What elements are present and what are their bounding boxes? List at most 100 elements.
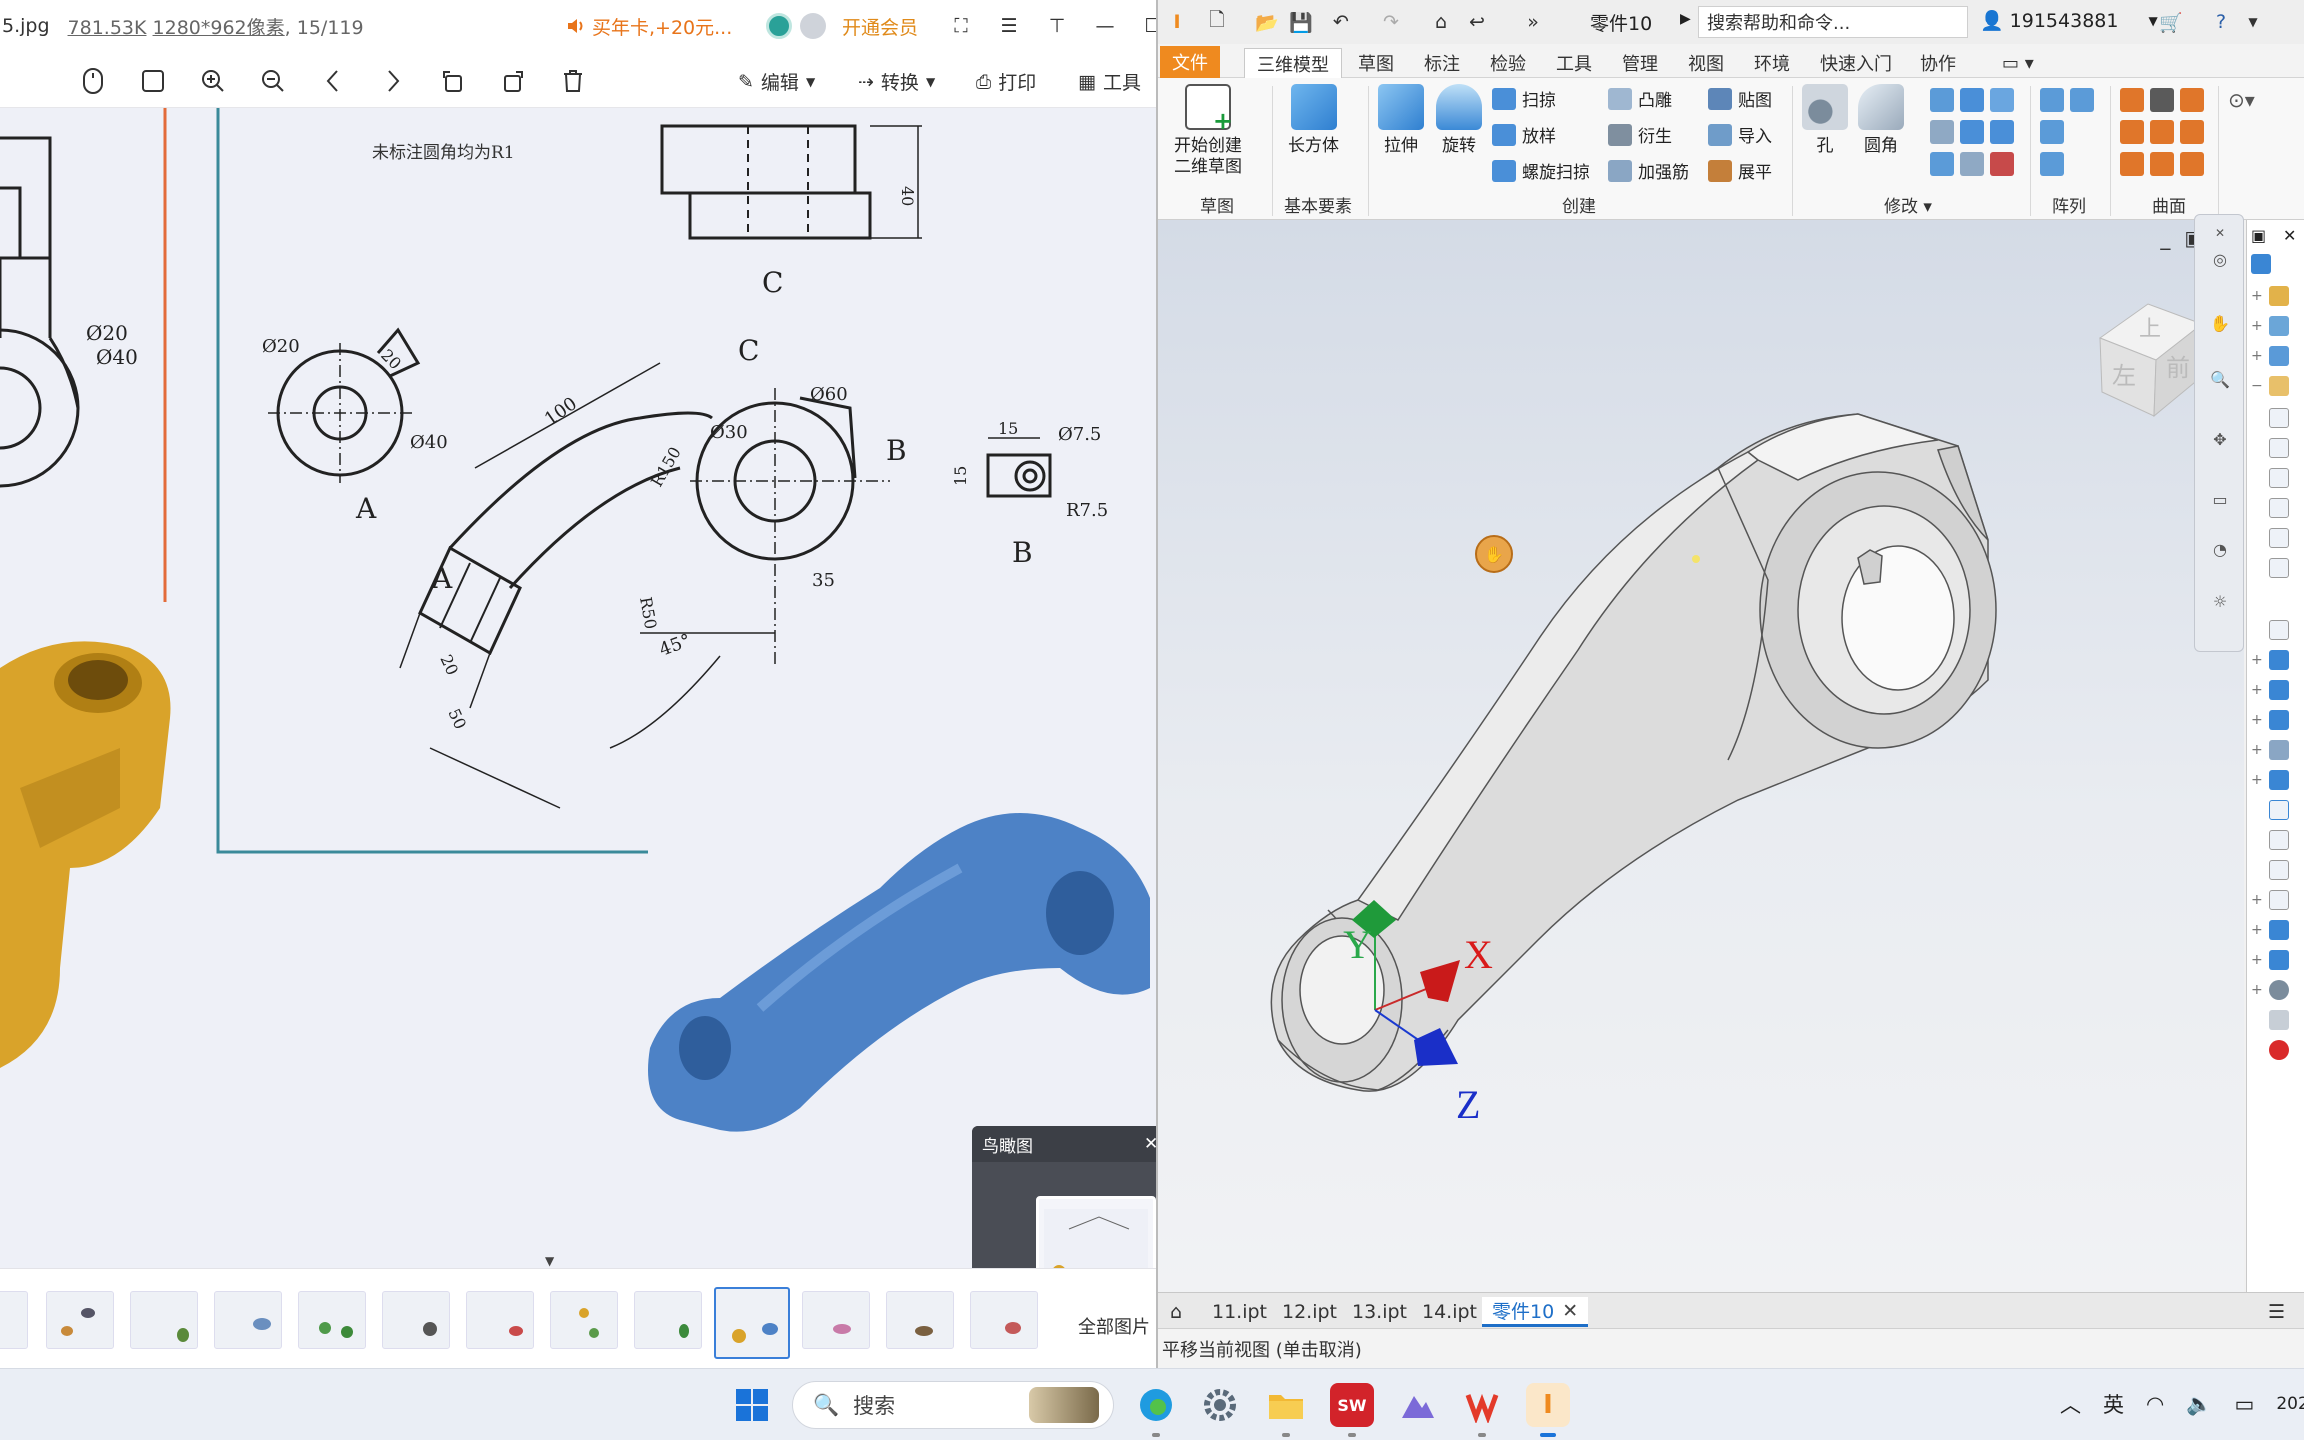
taskbar-search-input[interactable]: 🔍 搜索 [792, 1381, 1114, 1429]
rib-button[interactable]: 加强筋 [1608, 158, 1689, 183]
light-icon[interactable]: ☼ [2206, 587, 2234, 615]
maximize-icon[interactable]: ☐ [1140, 13, 1156, 39]
look-at-icon[interactable]: ▭ [2206, 485, 2234, 513]
sweep-button[interactable]: 扫掠 [1492, 86, 1556, 111]
browser-item[interactable] [2251, 1010, 2289, 1030]
thumbnail[interactable] [634, 1291, 702, 1349]
cart-icon[interactable]: 🛒 [2158, 9, 2184, 35]
box-button[interactable]: 长方体 [1288, 84, 1339, 157]
browser-item[interactable] [2251, 408, 2289, 428]
browser-item[interactable] [2251, 620, 2289, 640]
collapse-arrow-icon[interactable]: ▼ [545, 1254, 554, 1268]
extrude-button[interactable]: 拉伸 [1378, 84, 1424, 157]
tab-3d-model[interactable]: 三维模型 [1244, 48, 1342, 79]
rectangular-pattern-icon[interactable] [2040, 88, 2064, 112]
clock[interactable]: 202 [2276, 1394, 2304, 1414]
more-icon[interactable]: » [1520, 9, 1546, 35]
thumbnail[interactable] [466, 1291, 534, 1349]
doc-tab[interactable]: 13.ipt [1342, 1297, 1417, 1327]
chevron-down-icon[interactable]: ▼ [2240, 9, 2266, 35]
user-account[interactable]: 👤 191543881 ▼ [1980, 9, 2158, 33]
tabs-menu-icon[interactable]: ☰ [2258, 1297, 2295, 1327]
new-file-icon[interactable]: 🗋 [1204, 9, 1230, 35]
fit-window-icon[interactable] [138, 66, 168, 96]
thumbnail[interactable] [886, 1291, 954, 1349]
promo-link[interactable]: 买年卡,+20元... [566, 13, 732, 40]
zoom-out-icon[interactable] [258, 66, 288, 96]
browser-item[interactable] [2251, 438, 2289, 458]
stitch-icon[interactable] [2180, 88, 2204, 112]
tab-view[interactable]: 视图 [1676, 48, 1736, 78]
tab-annotate[interactable]: 标注 [1412, 48, 1472, 78]
tab-file[interactable]: 文件 [1160, 46, 1220, 78]
start-sketch-button[interactable]: + 开始创建 二维草图 [1174, 84, 1242, 178]
return-icon[interactable]: ↩ [1464, 9, 1490, 35]
browser-item[interactable]: + [2251, 680, 2289, 700]
patch-icon[interactable] [2150, 88, 2174, 112]
thumbnail[interactable] [550, 1291, 618, 1349]
home-icon[interactable]: ⌂ [1428, 9, 1454, 35]
menu-icon[interactable]: ☰ [996, 13, 1022, 39]
thicken-icon[interactable] [1930, 152, 1954, 176]
image-canvas[interactable]: 未标注圆角均为R1 40 C Ø20 20 Ø40 A Ø20 Ø40 100 … [0, 108, 1156, 1346]
thumbnail[interactable] [214, 1291, 282, 1349]
browser-item[interactable] [2251, 468, 2289, 488]
zoom-icon[interactable]: 🔍 [2206, 365, 2234, 393]
app-mountain-icon[interactable] [1396, 1383, 1440, 1427]
delete-icon[interactable] [558, 66, 588, 96]
steering-wheel-icon[interactable]: ◎ [2206, 245, 2234, 273]
pan-icon[interactable]: ✋ [2206, 309, 2234, 337]
browser-item[interactable]: + [2251, 890, 2289, 910]
browser-item[interactable] [2251, 830, 2289, 850]
fillet-button[interactable]: 圆角 [1858, 84, 1904, 157]
rotate-left-icon[interactable] [438, 66, 468, 96]
doc-tab[interactable]: 14.ipt [1412, 1297, 1487, 1327]
rotate-right-icon[interactable] [498, 66, 528, 96]
browser-pin-icon[interactable]: ▣ [2251, 226, 2266, 245]
next-icon[interactable] [378, 66, 408, 96]
browser-item[interactable]: + [2251, 286, 2289, 306]
browser-item[interactable]: + [2251, 950, 2289, 970]
minimize-icon[interactable]: — [1092, 13, 1118, 39]
circular-pattern-icon[interactable] [2040, 120, 2064, 144]
edit-button[interactable]: ✎ 编辑 ▼ [738, 68, 815, 95]
surface-icon[interactable] [2120, 88, 2144, 112]
tab-environment[interactable]: 环境 [1742, 48, 1802, 78]
thumbnail[interactable] [46, 1291, 114, 1349]
chamfer-icon[interactable] [1930, 88, 1954, 112]
browser-item[interactable] [2251, 558, 2289, 578]
browser-item[interactable] [2251, 860, 2289, 880]
tab-tools[interactable]: 工具 [1544, 48, 1604, 78]
browser-item[interactable]: − [2251, 376, 2289, 396]
delete-face-icon[interactable] [1960, 152, 1984, 176]
fit-mesh-icon[interactable] [2180, 152, 2204, 176]
sculpt-icon[interactable] [2120, 120, 2144, 144]
thumbnail[interactable] [298, 1291, 366, 1349]
loft-button[interactable]: 放样 [1492, 122, 1556, 147]
browser-root[interactable] [2251, 254, 2271, 274]
orbit-icon[interactable]: ✥ [2206, 425, 2234, 453]
file-size[interactable]: 781.53K [68, 17, 147, 39]
draft-icon[interactable] [1990, 88, 2014, 112]
view-icon[interactable]: ◔ [2206, 535, 2234, 563]
tab-manage[interactable]: 管理 [1610, 48, 1670, 78]
replace-face-icon[interactable] [2120, 152, 2144, 176]
browser-item[interactable]: + [2251, 346, 2289, 366]
help-icon[interactable]: ? [2208, 9, 2234, 35]
home-tab-icon[interactable]: ⌂ [1160, 1297, 1192, 1327]
browser-item[interactable]: + [2251, 770, 2289, 790]
split-icon[interactable] [1960, 120, 1984, 144]
repair-icon[interactable] [2150, 152, 2174, 176]
browser-item[interactable]: + [2251, 650, 2289, 670]
thumbnail[interactable] [130, 1291, 198, 1349]
trim-icon[interactable] [2150, 120, 2174, 144]
toolbox-button[interactable]: ▦ 工具 [1078, 68, 1141, 95]
3d-part-model[interactable] [1270, 413, 1997, 1092]
browser-item[interactable]: + [2251, 316, 2289, 336]
all-images-button[interactable]: 全部图片 [1078, 1313, 1150, 1339]
sketch-pattern-icon[interactable] [2040, 152, 2064, 176]
mouse-icon[interactable] [78, 66, 108, 96]
viewcube[interactable]: 上 左 前 [2098, 303, 2204, 418]
browser-item[interactable] [2251, 498, 2289, 518]
fullscreen-icon[interactable]: ⛶ [948, 13, 974, 39]
